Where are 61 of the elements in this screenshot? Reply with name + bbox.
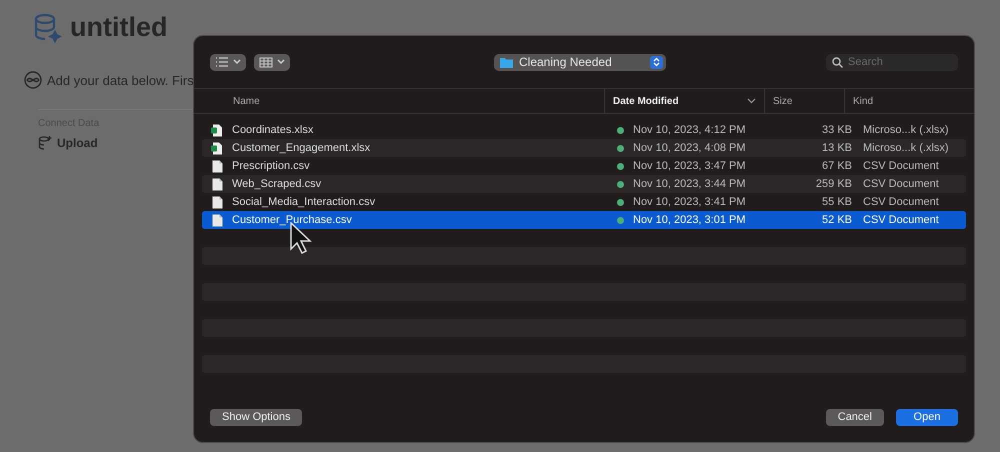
file-size: 67 KB [821, 160, 853, 172]
column-header[interactable]: Date Modified [613, 96, 679, 106]
database-icon [32, 12, 62, 42]
column-header[interactable]: Name [194, 89, 604, 113]
column-header[interactable]: Size [764, 89, 844, 113]
file-name: Customer_Engagement.xlsx [232, 142, 372, 154]
file-name: Web_Scraped.csv [232, 178, 322, 190]
file-row[interactable]: Web_Scraped.csv Nov 10, 2023, 3:44 PM 259 KB CSV Document [202, 175, 966, 193]
file-kind: CSV Document [863, 160, 940, 172]
link-icon [24, 71, 42, 89]
file-row[interactable]: Social_Media_Interaction.csv Nov 10, 2023, 3:41 PM 55 KB CSV Document [202, 193, 966, 211]
file-kind: CSV Document [863, 214, 940, 226]
file-kind: CSV Document [863, 178, 940, 190]
file-size: 55 KB [821, 196, 853, 208]
app-title: untitled [70, 12, 168, 43]
document-file-icon [212, 196, 222, 208]
grid-view-button[interactable] [254, 54, 290, 70]
file-date: Nov 10, 2023, 4:08 PM [633, 142, 747, 154]
folder-icon [500, 56, 513, 68]
chevron-down-icon [233, 59, 241, 65]
list-icon [215, 57, 229, 67]
location-dropdown[interactable]: Cleaning Needed [494, 54, 666, 70]
stepper-icon [653, 57, 660, 67]
grid-icon [259, 56, 273, 68]
open-button[interactable]: Open [896, 408, 958, 426]
file-size: 13 KB [821, 142, 853, 154]
document-file-icon [212, 214, 222, 226]
list-view-button[interactable] [210, 54, 246, 70]
spreadsheet-file-icon [211, 142, 223, 154]
file-date: Nov 10, 2023, 3:41 PM [633, 196, 747, 208]
sort-chevron-icon[interactable] [747, 98, 756, 104]
file-row[interactable]: Prescription.csv Nov 10, 2023, 3:47 PM 67 KB CSV Document [202, 157, 966, 175]
document-file-icon [212, 160, 222, 172]
file-date: Nov 10, 2023, 4:12 PM [633, 124, 747, 136]
show-options-button[interactable]: Show Options [210, 408, 302, 426]
file-name: Social_Media_Interaction.csv [232, 196, 376, 208]
intro-text: Add your data below. Firs [47, 72, 194, 88]
file-date: Nov 10, 2023, 3:44 PM [633, 178, 747, 190]
chevron-down-icon [277, 59, 285, 65]
file-size: 52 KB [821, 214, 853, 226]
file-kind: CSV Document [863, 196, 940, 208]
file-row[interactable]: Customer_Purchase.csv Nov 10, 2023, 3:01 PM 52 KB CSV Document [202, 211, 966, 229]
database-add-icon [38, 135, 52, 150]
file-date: Nov 10, 2023, 3:47 PM [633, 160, 747, 172]
file-name: Prescription.csv [232, 160, 311, 172]
cancel-button[interactable]: Cancel [826, 408, 884, 426]
file-date: Nov 10, 2023, 3:01 PM [633, 214, 747, 226]
column-header[interactable]: Kind [844, 89, 974, 113]
document-file-icon [212, 178, 222, 190]
file-kind: Microso...k (.xlsx) [863, 142, 950, 154]
file-row[interactable]: Coordinates.xlsx Nov 10, 2023, 4:12 PM 33 KB Microso...k (.xlsx) [202, 121, 966, 139]
file-name: Coordinates.xlsx [232, 124, 314, 136]
file-size: 33 KB [821, 124, 853, 136]
search-field[interactable]: Search [826, 54, 958, 70]
file-kind: Microso...k (.xlsx) [863, 124, 950, 136]
file-size: 259 KB [814, 178, 853, 190]
file-name: Customer_Purchase.csv [232, 214, 353, 226]
file-row[interactable]: Customer_Engagement.xlsx Nov 10, 2023, 4:08 PM 13 KB Microso...k (.xlsx) [202, 139, 966, 157]
folder-name: Cleaning Needed [519, 55, 613, 69]
search-icon [832, 56, 843, 68]
spreadsheet-file-icon [211, 124, 223, 136]
